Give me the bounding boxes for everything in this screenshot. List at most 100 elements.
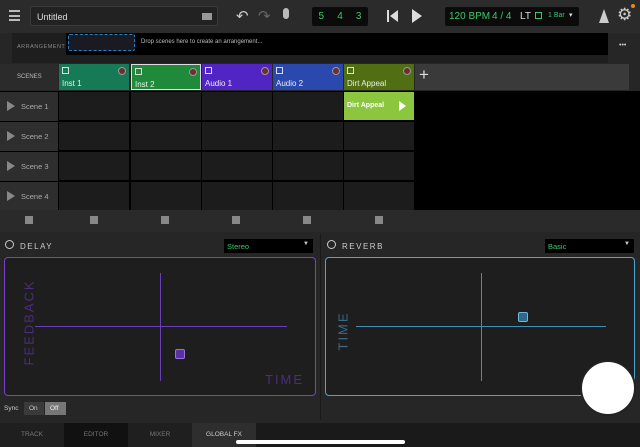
position-display: 5 4 3 — [312, 7, 368, 26]
stop-button[interactable] — [90, 216, 98, 224]
record-arm-button[interactable] — [189, 68, 197, 76]
delay-mode: Stereo — [227, 242, 250, 251]
delay-xy-pad[interactable]: FEEDBACK TIME — [4, 257, 316, 396]
clip-slot[interactable] — [131, 182, 201, 210]
add-track-button[interactable]: + — [415, 64, 629, 90]
play-icon[interactable] — [399, 101, 406, 111]
piano-icon — [62, 67, 69, 74]
time-signature[interactable]: 4 / 4 — [492, 11, 511, 22]
clip-slot[interactable] — [131, 152, 201, 180]
reverb-xy-handle[interactable] — [518, 312, 528, 322]
quantize-icon — [535, 12, 542, 19]
redo-icon[interactable]: ↷ — [258, 7, 271, 25]
sync-off-button[interactable]: Off — [45, 402, 66, 415]
latch-toggle[interactable]: LT — [520, 11, 531, 22]
menu-icon[interactable] — [9, 10, 20, 21]
reverb-y-label: TIME — [335, 311, 351, 351]
arrangement-label: ARRANGEMENT — [17, 44, 66, 50]
clip-slot[interactable] — [273, 152, 343, 180]
record-arm-button[interactable] — [403, 67, 411, 75]
clip-slot[interactable] — [59, 152, 129, 180]
more-options-button[interactable]: ••• — [619, 42, 626, 49]
chevron-down-icon: ▼ — [624, 241, 630, 247]
track-name: Inst 1 — [62, 79, 82, 88]
clip-slot[interactable] — [202, 92, 272, 120]
tab-mixer[interactable]: MIXER — [128, 423, 192, 447]
track-header-3[interactable]: Audio 2 — [273, 64, 343, 90]
delay-xy-handle[interactable] — [175, 349, 185, 359]
stop-button[interactable] — [303, 216, 311, 224]
clip-slot[interactable] — [59, 122, 129, 150]
project-title: Untitled — [37, 12, 68, 22]
chevron-down-icon[interactable]: ▾ — [569, 11, 573, 19]
clip-slot[interactable] — [344, 152, 414, 180]
reverb-power-icon[interactable] — [327, 240, 336, 249]
stop-button[interactable] — [161, 216, 169, 224]
scene-name: Scene 2 — [21, 132, 49, 141]
arrangement-hint: Drop scenes here to create an arrangemen… — [141, 39, 263, 45]
delay-power-icon[interactable] — [5, 240, 14, 249]
scene-launch-2[interactable]: Scene 3 — [0, 152, 58, 181]
bars: 5 — [318, 11, 325, 22]
scene-name: Scene 1 — [21, 102, 49, 111]
clip-slot[interactable] — [59, 182, 129, 210]
metronome-icon[interactable] — [599, 9, 609, 23]
sync-label: Sync — [4, 405, 19, 412]
waveform-icon — [276, 67, 283, 74]
stop-button[interactable] — [375, 216, 383, 224]
clip-dirt-appeal[interactable]: Dirt Appeal — [344, 92, 414, 120]
tempo-display[interactable]: 120 BPM 4 / 4 LT 1 Bar ▾ — [445, 7, 579, 26]
scene-name: Scene 3 — [21, 162, 49, 171]
clip-slot[interactable] — [202, 122, 272, 150]
clip-slot[interactable] — [202, 152, 272, 180]
clip-slot[interactable] — [344, 182, 414, 210]
rewind-button[interactable] — [387, 10, 398, 22]
watermark-logo — [580, 360, 636, 416]
chevron-down-icon: ▼ — [303, 241, 309, 247]
clip-name: Dirt Appeal — [347, 102, 385, 109]
clip-slot[interactable] — [59, 92, 129, 120]
scene-name: Scene 4 — [21, 192, 49, 201]
record-arm-button[interactable] — [261, 67, 269, 75]
play-button[interactable] — [412, 9, 422, 23]
delay-mode-select[interactable]: Stereo ▼ — [224, 239, 313, 253]
clip-slot[interactable] — [202, 182, 272, 210]
clip-slot[interactable] — [131, 92, 201, 120]
stop-button[interactable] — [232, 216, 240, 224]
clip-slot[interactable] — [131, 122, 201, 150]
clip-slot[interactable] — [273, 92, 343, 120]
quantize-select[interactable]: 1 Bar — [548, 12, 565, 19]
sync-on-button[interactable]: On — [24, 402, 44, 415]
tempo[interactable]: 120 BPM — [449, 11, 490, 22]
track-header-2[interactable]: Audio 1 — [202, 64, 272, 90]
scene-launch-3[interactable]: Scene 4 — [0, 182, 58, 211]
reverb-mode: Basic — [548, 242, 567, 251]
notification-dot — [631, 4, 635, 8]
reverb-mode-select[interactable]: Basic ▼ — [545, 239, 634, 253]
clip-slot[interactable] — [273, 122, 343, 150]
undo-icon[interactable]: ↶ — [236, 7, 249, 25]
tab-track[interactable]: TRACK — [0, 423, 64, 447]
delay-title: DELAY — [20, 242, 54, 251]
project-title-field[interactable]: Untitled — [30, 6, 218, 26]
settings-icon[interactable]: ⚙ — [617, 5, 632, 25]
track-header-4[interactable]: Dirt Appeal — [344, 64, 414, 90]
track-name: Dirt Appeal — [347, 79, 387, 88]
microphone-icon[interactable] — [283, 8, 289, 19]
scene-launch-0[interactable]: Scene 1 — [0, 92, 58, 121]
record-arm-button[interactable] — [332, 67, 340, 75]
track-name: Audio 1 — [205, 79, 233, 88]
scene-launch-1[interactable]: Scene 2 — [0, 122, 58, 151]
tab-editor[interactable]: EDITOR — [64, 423, 128, 447]
delay-x-label: TIME — [265, 372, 305, 387]
folder-icon[interactable] — [202, 13, 212, 20]
stop-button[interactable] — [25, 216, 33, 224]
piano-icon — [135, 68, 142, 75]
track-header-1[interactable]: Inst 2 — [131, 64, 201, 90]
record-arm-button[interactable] — [118, 67, 126, 75]
arrangement-drop-slot[interactable] — [68, 34, 135, 51]
clip-slot[interactable] — [344, 122, 414, 150]
ticks: 3 — [355, 11, 362, 22]
clip-slot[interactable] — [273, 182, 343, 210]
track-header-0[interactable]: Inst 1 — [59, 64, 129, 90]
